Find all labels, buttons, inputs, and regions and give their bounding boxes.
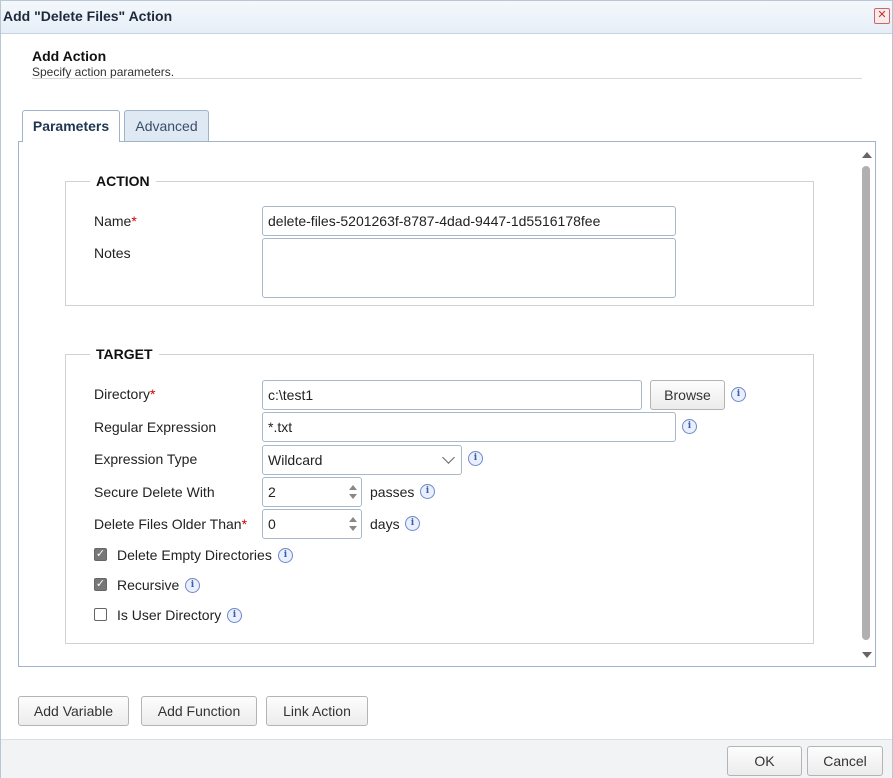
add-function-button[interactable]: Add Function (141, 696, 257, 726)
directory-label: Directory* (94, 386, 156, 402)
info-icon[interactable]: i (185, 578, 200, 593)
info-icon[interactable]: i (731, 387, 746, 402)
name-input[interactable]: delete-files-5201263f-8787-4dad-9447-1d5… (262, 206, 676, 236)
tab-advanced[interactable]: Advanced (124, 110, 209, 141)
name-label: Name* (94, 213, 137, 229)
action-legend: ACTION (96, 173, 150, 189)
expression-type-select[interactable]: Wildcard (262, 445, 462, 475)
info-icon[interactable]: i (405, 516, 420, 531)
directory-input[interactable]: c:\test1 (262, 380, 642, 410)
notes-textarea[interactable] (262, 238, 676, 298)
user-directory-checkbox[interactable] (94, 608, 107, 621)
user-directory-label: Is User Directory (117, 607, 222, 623)
scroll-up-icon[interactable] (862, 152, 872, 158)
spin-down-icon[interactable] (349, 526, 357, 531)
info-icon[interactable]: i (468, 451, 483, 466)
older-than-stepper[interactable]: 0 (262, 509, 362, 539)
dialog-content: Add Action Specify action parameters. Pa… (4, 34, 890, 739)
notes-label: Notes (94, 245, 131, 261)
secure-delete-stepper[interactable]: 2 (262, 477, 362, 507)
spin-up-icon[interactable] (349, 517, 357, 522)
parameters-panel: ACTION Name* delete-files-5201263f-8787-… (18, 141, 876, 667)
spin-down-icon[interactable] (349, 494, 357, 499)
spin-up-icon[interactable] (349, 485, 357, 490)
info-icon[interactable]: i (227, 608, 242, 623)
recursive-checkbox[interactable]: ✓ (94, 578, 107, 591)
browse-button[interactable]: Browse (650, 380, 725, 410)
close-icon[interactable]: ✕ (874, 8, 890, 24)
secure-delete-label: Secure Delete With (94, 484, 215, 500)
ok-button[interactable]: OK (727, 746, 802, 776)
expression-type-label: Expression Type (94, 451, 198, 467)
regex-input[interactable]: *.txt (262, 412, 676, 442)
delete-empty-checkbox[interactable]: ✓ (94, 548, 107, 561)
scroll-down-icon[interactable] (862, 652, 872, 658)
tab-parameters[interactable]: Parameters (22, 110, 120, 142)
expression-type-value: Wildcard (268, 452, 323, 468)
cancel-button[interactable]: Cancel (807, 746, 883, 776)
delete-empty-label: Delete Empty Directories (117, 547, 272, 563)
secure-delete-value: 2 (268, 484, 276, 500)
older-than-value: 0 (268, 516, 276, 532)
info-icon[interactable]: i (420, 484, 435, 499)
link-action-button[interactable]: Link Action (266, 696, 368, 726)
chevron-down-icon (442, 451, 455, 464)
recursive-label: Recursive (117, 577, 180, 593)
add-action-dialog: Add "Delete Files" Action ✕ Add Action S… (0, 0, 893, 778)
info-icon[interactable]: i (278, 548, 293, 563)
older-than-label: Delete Files Older Than* (94, 516, 248, 532)
header-title: Add Action (32, 48, 107, 64)
header-divider (32, 78, 862, 79)
days-unit: days (370, 516, 400, 532)
dialog-footer: OK Cancel (1, 739, 892, 778)
vertical-scrollbar[interactable] (860, 144, 874, 664)
dialog-title: Add "Delete Files" Action (3, 8, 173, 24)
passes-unit: passes (370, 484, 415, 500)
dialog-titlebar[interactable]: Add "Delete Files" Action ✕ (1, 1, 892, 34)
add-variable-button[interactable]: Add Variable (18, 696, 129, 726)
header-subtitle: Specify action parameters. (32, 65, 175, 79)
scroll-thumb[interactable] (862, 166, 870, 640)
regex-label: Regular Expression (94, 419, 217, 435)
target-legend: TARGET (96, 346, 153, 362)
info-icon[interactable]: i (682, 419, 697, 434)
